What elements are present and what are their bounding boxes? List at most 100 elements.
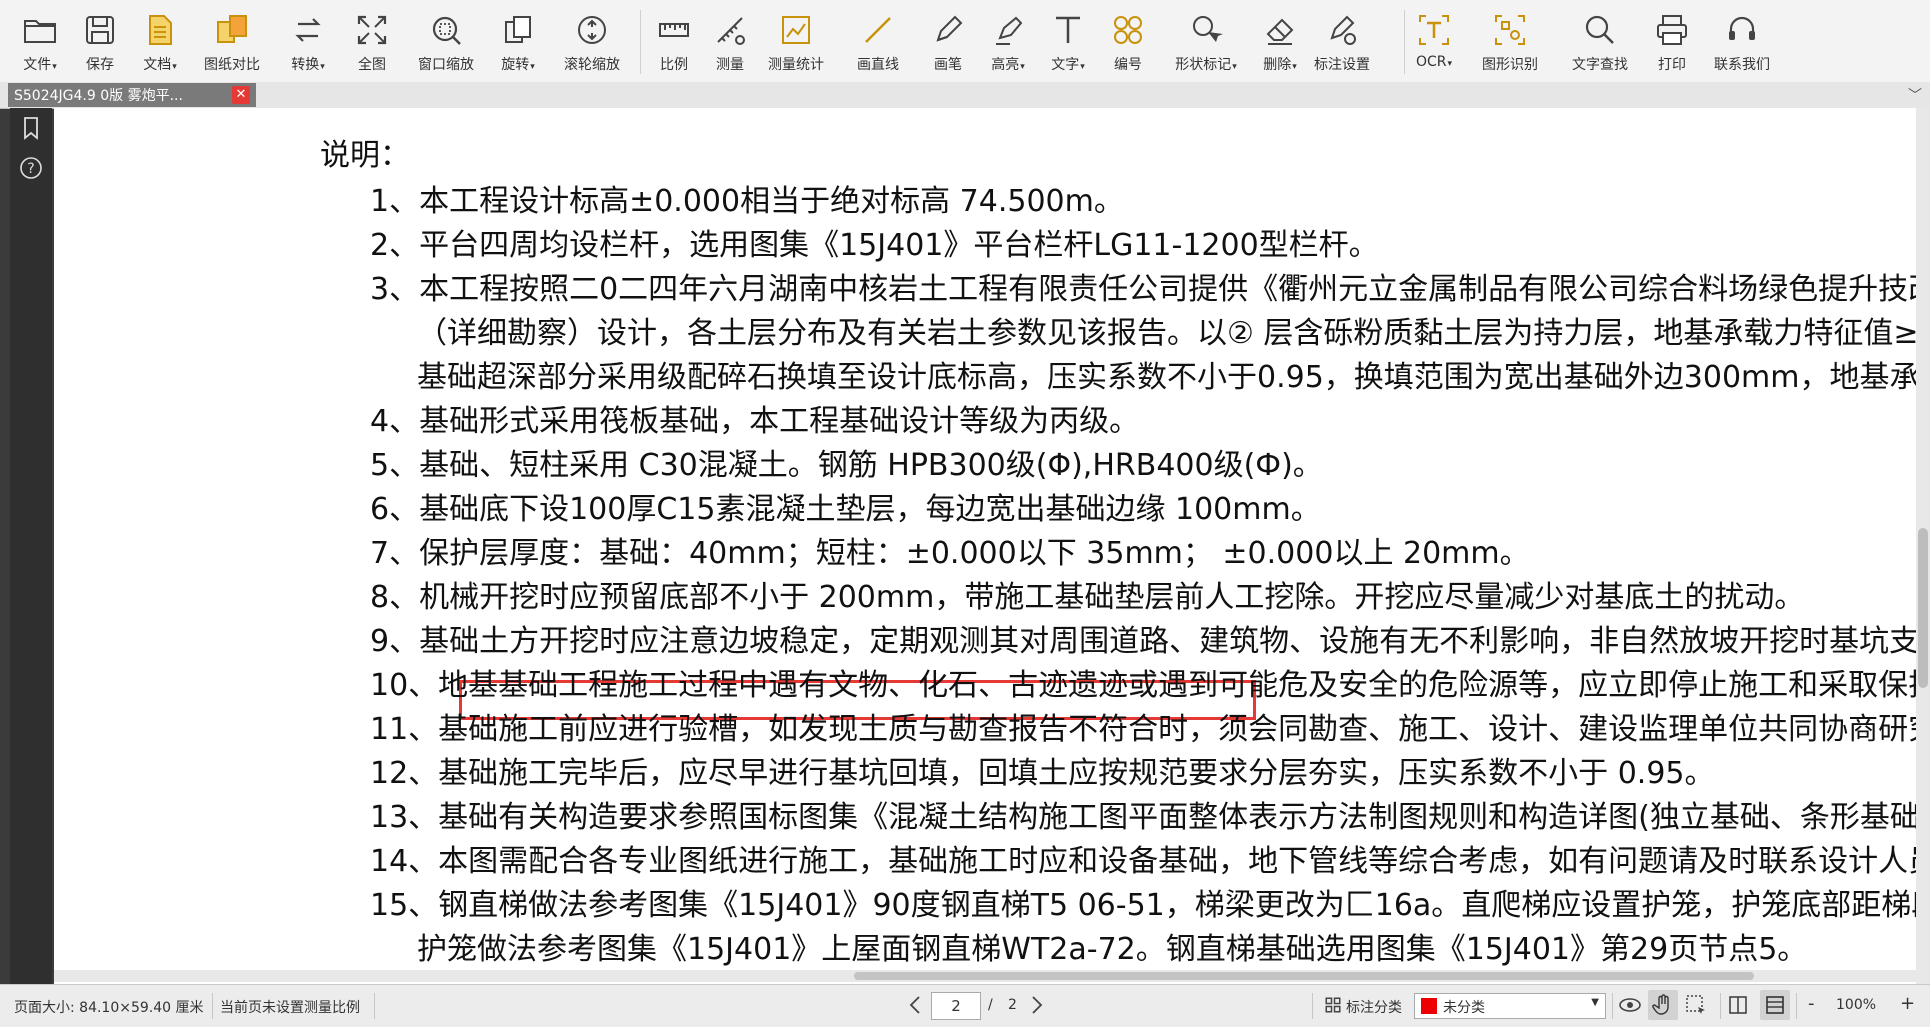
rotate-icon: [505, 16, 531, 43]
ocr-icon: [1419, 15, 1449, 45]
category-color-swatch: [1421, 998, 1437, 1014]
toolbar-rotate-button[interactable]: 旋转▾: [482, 4, 554, 78]
toolbar-print-button[interactable]: 打印: [1636, 4, 1708, 78]
dropdown-arrow-icon: ▾: [320, 62, 325, 72]
toolbar-convert-button[interactable]: 转换▾: [272, 4, 344, 78]
toolbar-compare-button[interactable]: 图纸对比: [196, 4, 268, 78]
toolbar-separator: [640, 10, 641, 74]
single-page-view-icon[interactable]: [1726, 993, 1750, 1017]
note-line: 14、本图需配合各专业图纸进行施工，基础施工时应和设备基础，地下管线等综合考虑，…: [370, 844, 1930, 879]
note-line: 基础超深部分采用级配碎石换填至设计底标高，压实系数不小于0.95，换填范围为宽出…: [417, 360, 1930, 395]
horizontal-scroll-thumb[interactable]: [854, 972, 1754, 980]
dropdown-arrow-icon: ▾: [1292, 62, 1297, 72]
toolbar-label: 文字查找: [1572, 57, 1628, 73]
scale-icon: [659, 23, 689, 37]
chevron-down-icon: ▼: [1591, 997, 1599, 1008]
toolbar-headset-button[interactable]: 联系我们: [1706, 4, 1778, 78]
note-line: 7、保护层厚度：基础：40mm；短柱：±0.000以下 35mm； ±0.000…: [370, 536, 1530, 571]
dropdown-arrow-icon: ▾: [172, 62, 177, 72]
toolbar-label: 删除: [1263, 57, 1292, 73]
toolbar-label: 文档: [143, 57, 172, 73]
toolbar-label: 比例: [660, 57, 688, 73]
toolbar-annotation-settings-button[interactable]: 标注设置: [1306, 4, 1378, 78]
toolbar-shape-mark-button[interactable]: 形状标记▾: [1170, 4, 1242, 78]
drawing-canvas[interactable]: ​ 说明： 1、本工程设计标高±0.000相当于绝对标高 74.500m。 2、平台…: [54, 108, 1930, 984]
left-sidebar: ?: [10, 108, 52, 984]
dropdown-arrow-icon: ▾: [52, 62, 57, 72]
shape-mark-icon: [1193, 16, 1223, 42]
status-bar: 页面大小: 84.10×59.40 厘米 当前页未设置测量比例 2 / 2 标注…: [0, 984, 1930, 1027]
toolbar-document-button[interactable]: 文档▾: [124, 4, 196, 78]
note-line: 5、基础、短柱采用 C30混凝土。钢筋 HPB300级(Φ),HRB400级(Ф…: [370, 448, 1323, 483]
divider: [1720, 993, 1721, 1019]
toolbar-shape-recognition-button[interactable]: 图形识别: [1474, 4, 1546, 78]
toolbar-wheel-zoom-button[interactable]: 滚轮缩放: [556, 4, 628, 78]
toolbar-label: 画直线: [857, 57, 899, 73]
divider: [212, 993, 213, 1019]
category-select[interactable]: 未分类 ▼: [1414, 993, 1606, 1019]
toolbar-label: 窗口缩放: [418, 57, 474, 73]
print-icon: [1657, 15, 1687, 45]
vertical-scroll-thumb[interactable]: [1918, 528, 1928, 688]
divider: [1612, 993, 1613, 1019]
zoom-in-button[interactable]: +: [1900, 993, 1915, 1014]
pan-tool-button[interactable]: [1648, 990, 1678, 1020]
toolbar-ocr-button[interactable]: OCR▾: [1398, 4, 1470, 78]
toolbar-label: 滚轮缩放: [564, 57, 620, 73]
pen-icon: [936, 15, 963, 42]
fit-all-icon: [357, 15, 387, 45]
toolbar-measure-button[interactable]: 测量: [694, 4, 766, 78]
category-value: 未分类: [1443, 1000, 1485, 1016]
horizontal-scrollbar[interactable]: [54, 970, 1916, 982]
chevron-down-icon[interactable]: ﹀: [1908, 85, 1922, 105]
compare-icon: [217, 15, 247, 43]
category-grid-icon: [1325, 997, 1341, 1013]
document-tab-bar: S5024JG4.9 0版 雾炮平... ✕ ﹀: [0, 82, 1930, 109]
eye-icon[interactable]: [1618, 993, 1642, 1017]
toolbar-label: 旋转: [501, 57, 530, 73]
notes-heading: 说明：: [320, 138, 410, 173]
current-page-input[interactable]: 2: [931, 992, 981, 1020]
zoom-level[interactable]: 100%: [1836, 997, 1876, 1013]
close-tab-icon[interactable]: ✕: [232, 86, 250, 104]
bookmark-icon[interactable]: [19, 116, 43, 140]
next-page-icon[interactable]: [1024, 993, 1048, 1017]
highlight-icon: [996, 16, 1023, 45]
prev-page-icon[interactable]: [904, 993, 928, 1017]
help-icon[interactable]: ?: [19, 156, 43, 180]
folder-icon: [24, 20, 56, 43]
measure-icon: [717, 17, 745, 45]
note-line: 11、基础施工前应进行验槽，如发现土质与勘查报告不符合时，须会同勘查、施工、设计…: [370, 712, 1930, 747]
measure-scale-text: 当前页未设置测量比例: [220, 1000, 360, 1016]
toolbar-fit-all-button[interactable]: 全图: [336, 4, 408, 78]
toolbar-label: 编号: [1114, 57, 1142, 73]
wheel-zoom-icon: [578, 16, 606, 44]
hand-icon: [1652, 994, 1669, 1015]
toolbar-measure-stats-button[interactable]: 测量统计: [760, 4, 832, 78]
select-tool-icon[interactable]: [1684, 993, 1708, 1017]
annotation-settings-icon: [1330, 15, 1356, 45]
vertical-scrollbar[interactable]: [1916, 108, 1930, 984]
note-line: 2、平台四周均设栏杆，选用图集《15J401》平台栏杆LG11-1200型栏杆。: [370, 228, 1379, 263]
toolbar-numbering-button[interactable]: 编号: [1092, 4, 1164, 78]
note-line: （详细勘察）设计，各土层分布及有关岩土参数见该报告。以② 层含砾粉质黏土层为持力…: [417, 316, 1930, 351]
toolbar-line-button[interactable]: 画直线: [842, 4, 914, 78]
dropdown-arrow-icon: ▾: [530, 62, 535, 72]
toolbar-label: 标注设置: [1314, 57, 1370, 73]
toolbar-label: 高亮: [991, 57, 1020, 73]
note-line: 1、本工程设计标高±0.000相当于绝对标高 74.500m。: [370, 184, 1124, 219]
eraser-icon: [1266, 18, 1294, 45]
toolbar-label: 转换: [291, 57, 320, 73]
toolbar-search-button[interactable]: 文字查找: [1564, 4, 1636, 78]
zoom-out-button[interactable]: -: [1808, 993, 1815, 1014]
toolbar-label: 测量: [716, 57, 744, 73]
divider: [1312, 993, 1313, 1019]
toolbar-label: 保存: [86, 57, 114, 73]
toolbar-window-zoom-button[interactable]: 窗口缩放: [410, 4, 482, 78]
continuous-view-button[interactable]: [1760, 990, 1790, 1020]
continuous-view-icon: [1766, 996, 1784, 1014]
dropdown-arrow-icon: ▾: [1080, 62, 1085, 72]
document-tab[interactable]: S5024JG4.9 0版 雾炮平... ✕: [8, 83, 256, 107]
note-line: 15、钢直梯做法参考图集《15J401》90度钢直梯T5 06-51，梯梁更改为…: [370, 888, 1930, 923]
page-size-text: 页面大小: 84.10×59.40 厘米: [14, 1000, 204, 1016]
